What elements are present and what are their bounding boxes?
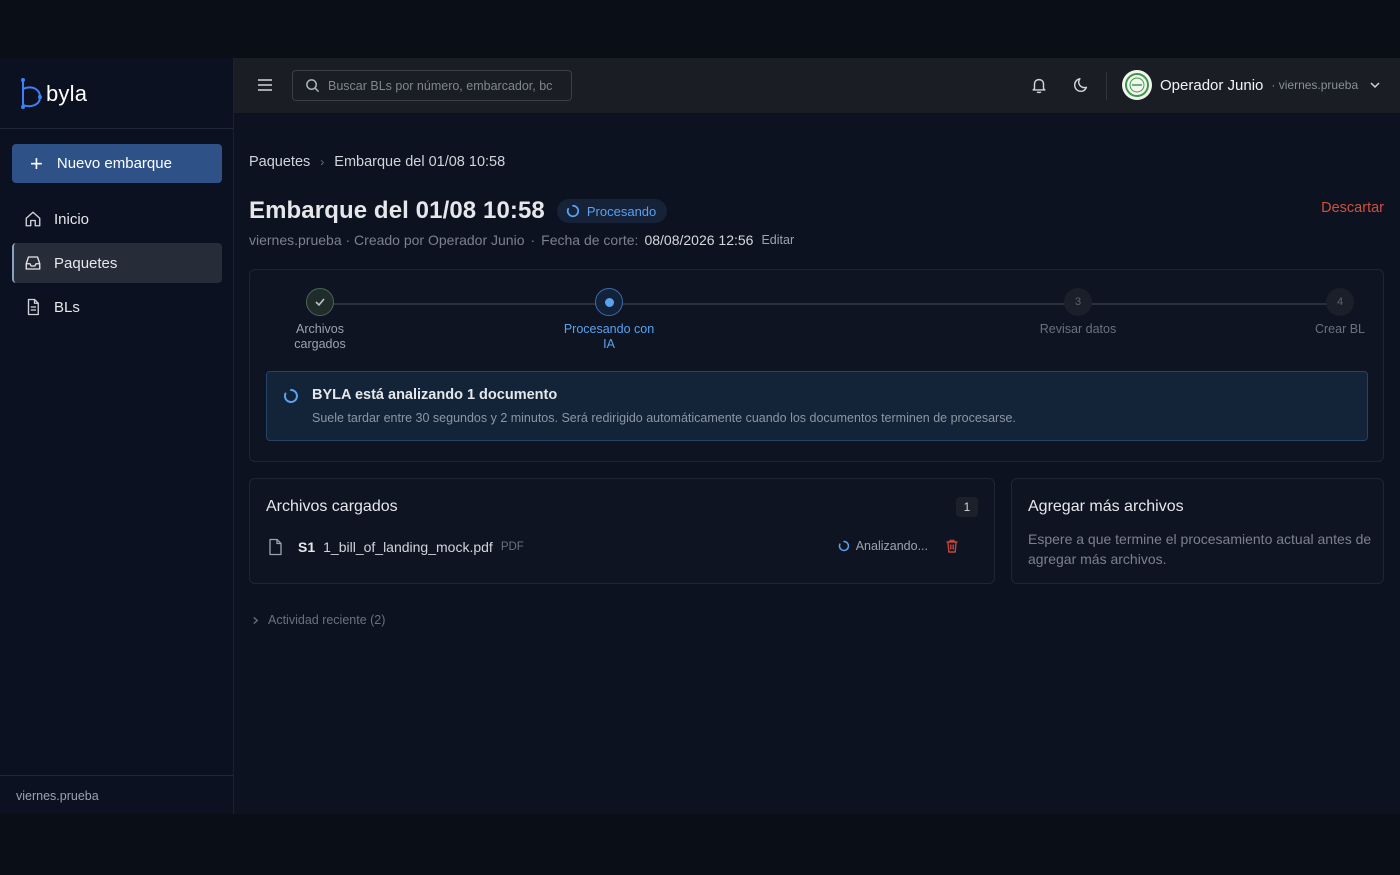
- byla-logo-icon: [21, 78, 42, 109]
- document-icon: [27, 298, 39, 316]
- uploaded-files-card: Archivos cargados 1 S1 1_bill_of_landing…: [249, 478, 995, 584]
- search-icon: [306, 79, 320, 93]
- cut-date-value: 08/08/2026 12:56: [644, 232, 754, 248]
- recent-activity-toggle[interactable]: Actividad reciente (2): [251, 613, 385, 627]
- notifications-bell-icon[interactable]: [1030, 76, 1048, 94]
- sidebar-item-label: BLs: [54, 298, 80, 316]
- inbox-icon: [25, 256, 41, 270]
- spinner-icon: [283, 389, 298, 403]
- edit-cut-date-button[interactable]: Editar: [761, 233, 794, 247]
- file-icon: [269, 538, 282, 556]
- breadcrumb: Paquetes › Embarque del 01/08 10:58: [249, 154, 505, 170]
- divider: [0, 128, 234, 129]
- chevron-down-icon: [1370, 82, 1380, 89]
- brand-name: byla: [46, 81, 88, 106]
- avatar: [1122, 70, 1152, 100]
- files-count-badge: 1: [956, 497, 978, 517]
- title-row: Embarque del 01/08 10:58 Procesando: [249, 197, 668, 225]
- new-shipment-label: Nuevo embarque: [56, 155, 172, 172]
- user-menu[interactable]: Operador Junio · viernes.prueba: [1122, 70, 1382, 100]
- sidebar-nav: Inicio Paquetes BLs: [12, 199, 222, 331]
- notice-body: Suele tardar entre 30 segundos y 2 minut…: [312, 411, 1016, 425]
- step-label-line: Revisar datos: [1039, 322, 1117, 336]
- step-label: Archivos cargados: [280, 322, 360, 352]
- organization-seal-icon: [1125, 73, 1149, 97]
- chevron-right-icon: [253, 616, 259, 624]
- divider: [1106, 72, 1107, 100]
- files-title: Archivos cargados: [266, 498, 398, 515]
- search-input[interactable]: [328, 78, 554, 93]
- search-box[interactable]: [292, 70, 572, 101]
- step-dot: 3: [1064, 288, 1092, 316]
- step-archivos-cargados: Archivos cargados: [280, 288, 360, 352]
- sidebar-item-inicio[interactable]: Inicio: [12, 199, 222, 239]
- main-content: Paquetes › Embarque del 01/08 10:58 Emba…: [234, 113, 1400, 814]
- check-icon: [315, 298, 325, 307]
- add-files-body: Espere a que termine el procesamiento ac…: [1028, 531, 1372, 567]
- add-files-card: Agregar más archivos Espere a que termin…: [1011, 478, 1384, 584]
- home-icon: [25, 211, 41, 227]
- sidebar-footer-org: viernes.prueba: [16, 789, 99, 803]
- topbar: Operador Junio · viernes.prueba: [234, 58, 1400, 113]
- user-org: · viernes.prueba: [1271, 78, 1359, 92]
- trash-icon[interactable]: [944, 538, 960, 554]
- notice-title: BYLA está analizando 1 documento: [312, 387, 558, 403]
- dark-mode-moon-icon[interactable]: [1072, 76, 1090, 94]
- step-procesando-ia: Procesando con IA: [549, 288, 669, 352]
- step-label-line: Crear BL: [1314, 322, 1366, 336]
- sidebar-item-paquetes[interactable]: Paquetes: [12, 243, 222, 283]
- breadcrumb-current: Embarque del 01/08 10:58: [334, 154, 506, 170]
- step-revisar-datos: 3 Revisar datos: [1028, 288, 1128, 337]
- org-creator: viernes.prueba · Creado por Operador Jun…: [249, 232, 525, 248]
- step-label-line: cargados: [294, 337, 346, 351]
- step-label: Revisar datos: [1028, 322, 1128, 337]
- new-shipment-button[interactable]: + Nuevo embarque: [12, 144, 222, 183]
- step-crear-bl: 4 Crear BL: [1305, 288, 1375, 337]
- chevron-right-icon: ›: [320, 155, 325, 169]
- discard-button[interactable]: Descartar: [1321, 200, 1384, 216]
- step-label: Procesando con IA: [549, 322, 669, 352]
- step-dot: [306, 288, 334, 316]
- breadcrumb-link-paquetes[interactable]: Paquetes: [249, 154, 310, 170]
- add-files-title: Agregar más archivos: [1028, 498, 1184, 515]
- file-type: PDF: [500, 541, 524, 553]
- step-dot: 4: [1326, 288, 1354, 316]
- file-name: 1_bill_of_landing_mock.pdf: [323, 539, 493, 555]
- step-label: Crear BL: [1305, 322, 1375, 337]
- file-status-label: Analizando...: [855, 539, 928, 553]
- stepper-track: [320, 303, 1340, 305]
- progress-card: Archivos cargados Procesando con IA 3 Re…: [249, 269, 1384, 462]
- step-dot: [595, 288, 623, 316]
- spinner-icon: [838, 540, 849, 552]
- plus-icon: +: [30, 150, 43, 176]
- processing-notice: BYLA está analizando 1 documento Suele t…: [266, 371, 1368, 441]
- sidebar: byla + Nuevo embarque Inicio Paquetes BL…: [0, 58, 234, 814]
- file-seq: S1: [298, 539, 316, 555]
- sidebar-item-label: Inicio: [54, 210, 90, 228]
- recent-activity-label: Actividad reciente (2): [268, 613, 386, 627]
- meta-separator: ·: [530, 232, 536, 248]
- page-title: Embarque del 01/08 10:58: [249, 197, 545, 224]
- file-status: Analizando...: [838, 539, 928, 553]
- shipment-meta: viernes.prueba · Creado por Operador Jun…: [249, 232, 794, 248]
- brand-logo[interactable]: byla: [18, 76, 87, 112]
- divider: [0, 775, 234, 776]
- status-badge: Procesando: [556, 199, 668, 223]
- step-label-line: Procesando con: [563, 322, 655, 336]
- spinner-icon: [566, 204, 579, 218]
- step-label-line: Archivos: [296, 322, 344, 336]
- cut-date-label: Fecha de corte:: [541, 232, 639, 248]
- sidebar-item-bls[interactable]: BLs: [12, 287, 222, 327]
- hamburger-menu-icon[interactable]: [256, 76, 274, 94]
- file-row[interactable]: S1 1_bill_of_landing_mock.pdf PDF Analiz…: [266, 535, 978, 559]
- user-name: Operador Junio: [1160, 76, 1264, 94]
- step-label-line: IA: [603, 337, 615, 351]
- status-label: Procesando: [586, 203, 657, 219]
- sidebar-item-label: Paquetes: [54, 254, 118, 272]
